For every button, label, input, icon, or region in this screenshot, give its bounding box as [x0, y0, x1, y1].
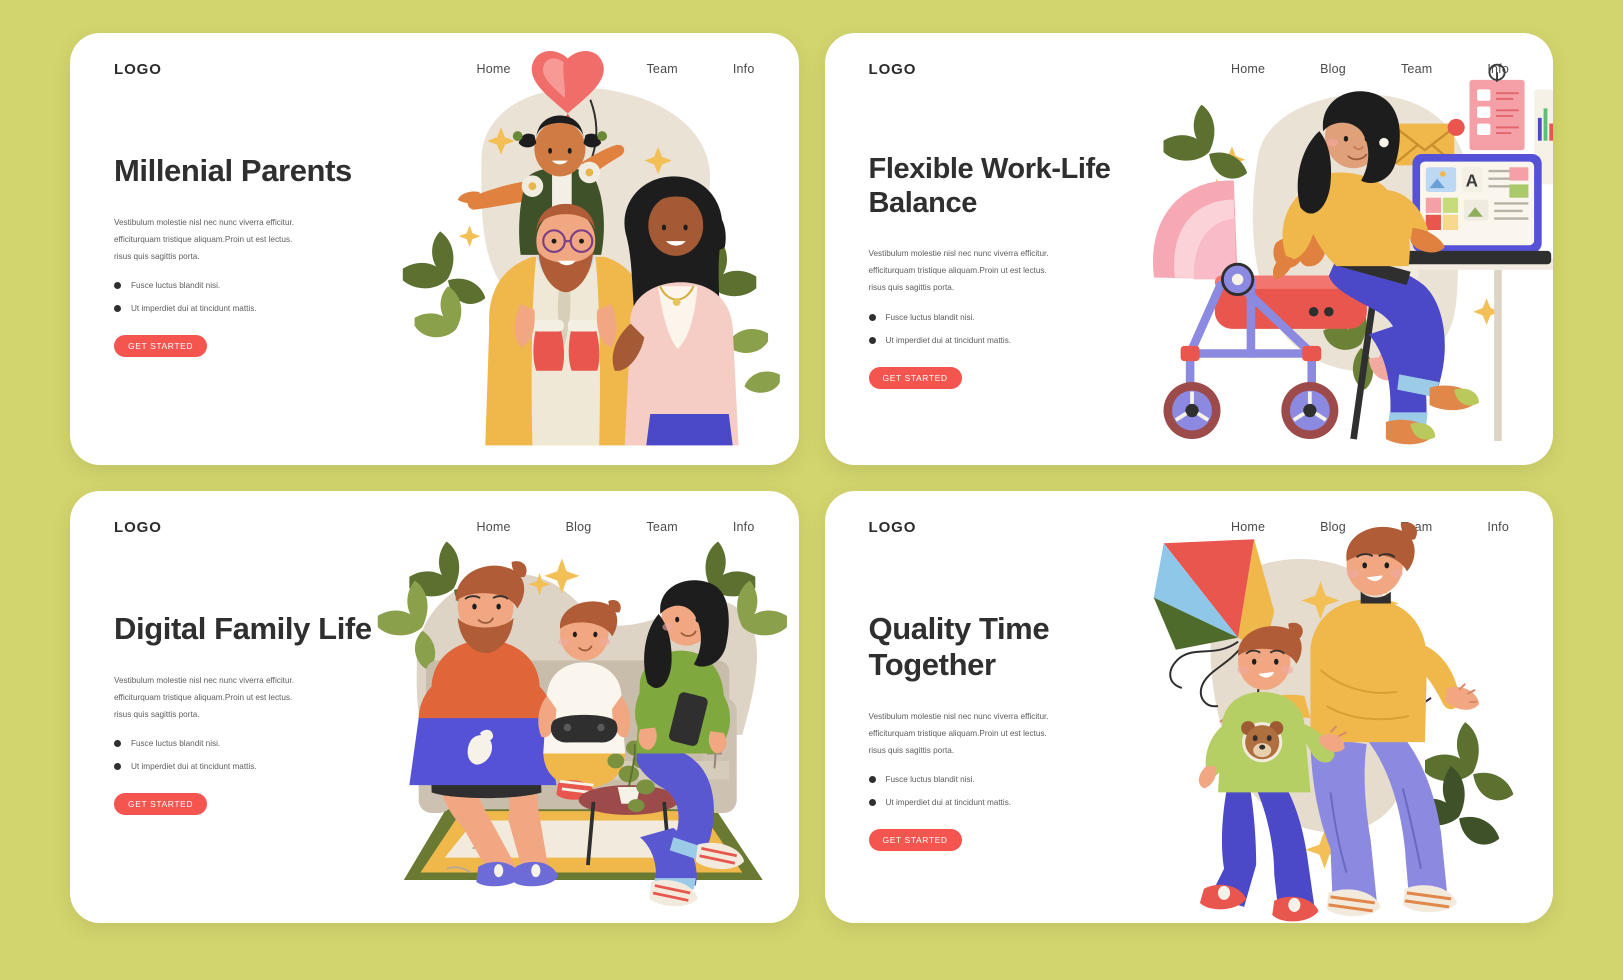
- bullet-dot-icon: [114, 740, 121, 748]
- bullet-dot-icon: [868, 336, 876, 344]
- list-item-label: Fusce luctus blandit nisi.: [131, 739, 221, 749]
- illustration-family-on-sofa: [361, 491, 798, 923]
- logo[interactable]: LOGO: [869, 519, 917, 536]
- bullet-dot-icon: [868, 313, 876, 321]
- illustration-father-son-kite: [1116, 491, 1553, 923]
- logo[interactable]: LOGO: [114, 61, 162, 78]
- get-started-button[interactable]: GET STARTED: [868, 829, 962, 852]
- bullet-dot-icon: [114, 763, 121, 771]
- bullet-dot-icon: [868, 776, 876, 784]
- body-paragraph: Vestibulum molestie nisl nec nunc viverr…: [868, 249, 1049, 292]
- list-item-label: Ut imperdiet dui at tincidunt mattis.: [131, 304, 257, 314]
- illustration-working-mother-pram: A: [1116, 33, 1553, 465]
- card-flexible-work-life-balance: LOGO Home Blog Team Info Flexible Work-L…: [824, 33, 1553, 465]
- card-quality-time-together: LOGO Home Blog Team Info Quality Time To…: [824, 491, 1553, 923]
- body-paragraph: Vestibulum molestie nisl nec nunc viverr…: [114, 217, 295, 261]
- logo[interactable]: LOGO: [114, 519, 162, 536]
- list-item-label: Ut imperdiet dui at tincidunt mattis.: [885, 798, 1012, 808]
- list-item-label: Fusce luctus blandit nisi.: [885, 775, 975, 785]
- get-started-button[interactable]: GET STARTED: [114, 793, 208, 816]
- list-item-label: Fusce luctus blandit nisi.: [131, 281, 221, 291]
- list-item-label: Ut imperdiet dui at tincidunt mattis.: [131, 762, 257, 772]
- list-item-label: Fusce luctus blandit nisi.: [885, 312, 975, 322]
- landing-page-set: LOGO Home Blog Team Info Millenial Paren…: [0, 0, 1623, 980]
- get-started-button[interactable]: GET STARTED: [868, 366, 962, 389]
- body-paragraph: Vestibulum molestie nisl nec nunc viverr…: [114, 675, 295, 719]
- card-digital-family-life: LOGO Home Blog Team Info Digital Family …: [70, 491, 799, 923]
- body-paragraph: Vestibulum molestie nisl nec nunc viverr…: [868, 711, 1049, 755]
- logo[interactable]: LOGO: [869, 61, 917, 78]
- svg-text:A: A: [1466, 171, 1478, 190]
- card-millenial-parents: LOGO Home Blog Team Info Millenial Paren…: [70, 33, 799, 465]
- list-item-label: Ut imperdiet dui at tincidunt mattis.: [885, 335, 1012, 345]
- bullet-dot-icon: [868, 799, 876, 807]
- bullet-dot-icon: [114, 282, 121, 290]
- illustration-family-balloon: [361, 33, 798, 465]
- get-started-button[interactable]: GET STARTED: [114, 335, 208, 358]
- bullet-dot-icon: [114, 305, 121, 313]
